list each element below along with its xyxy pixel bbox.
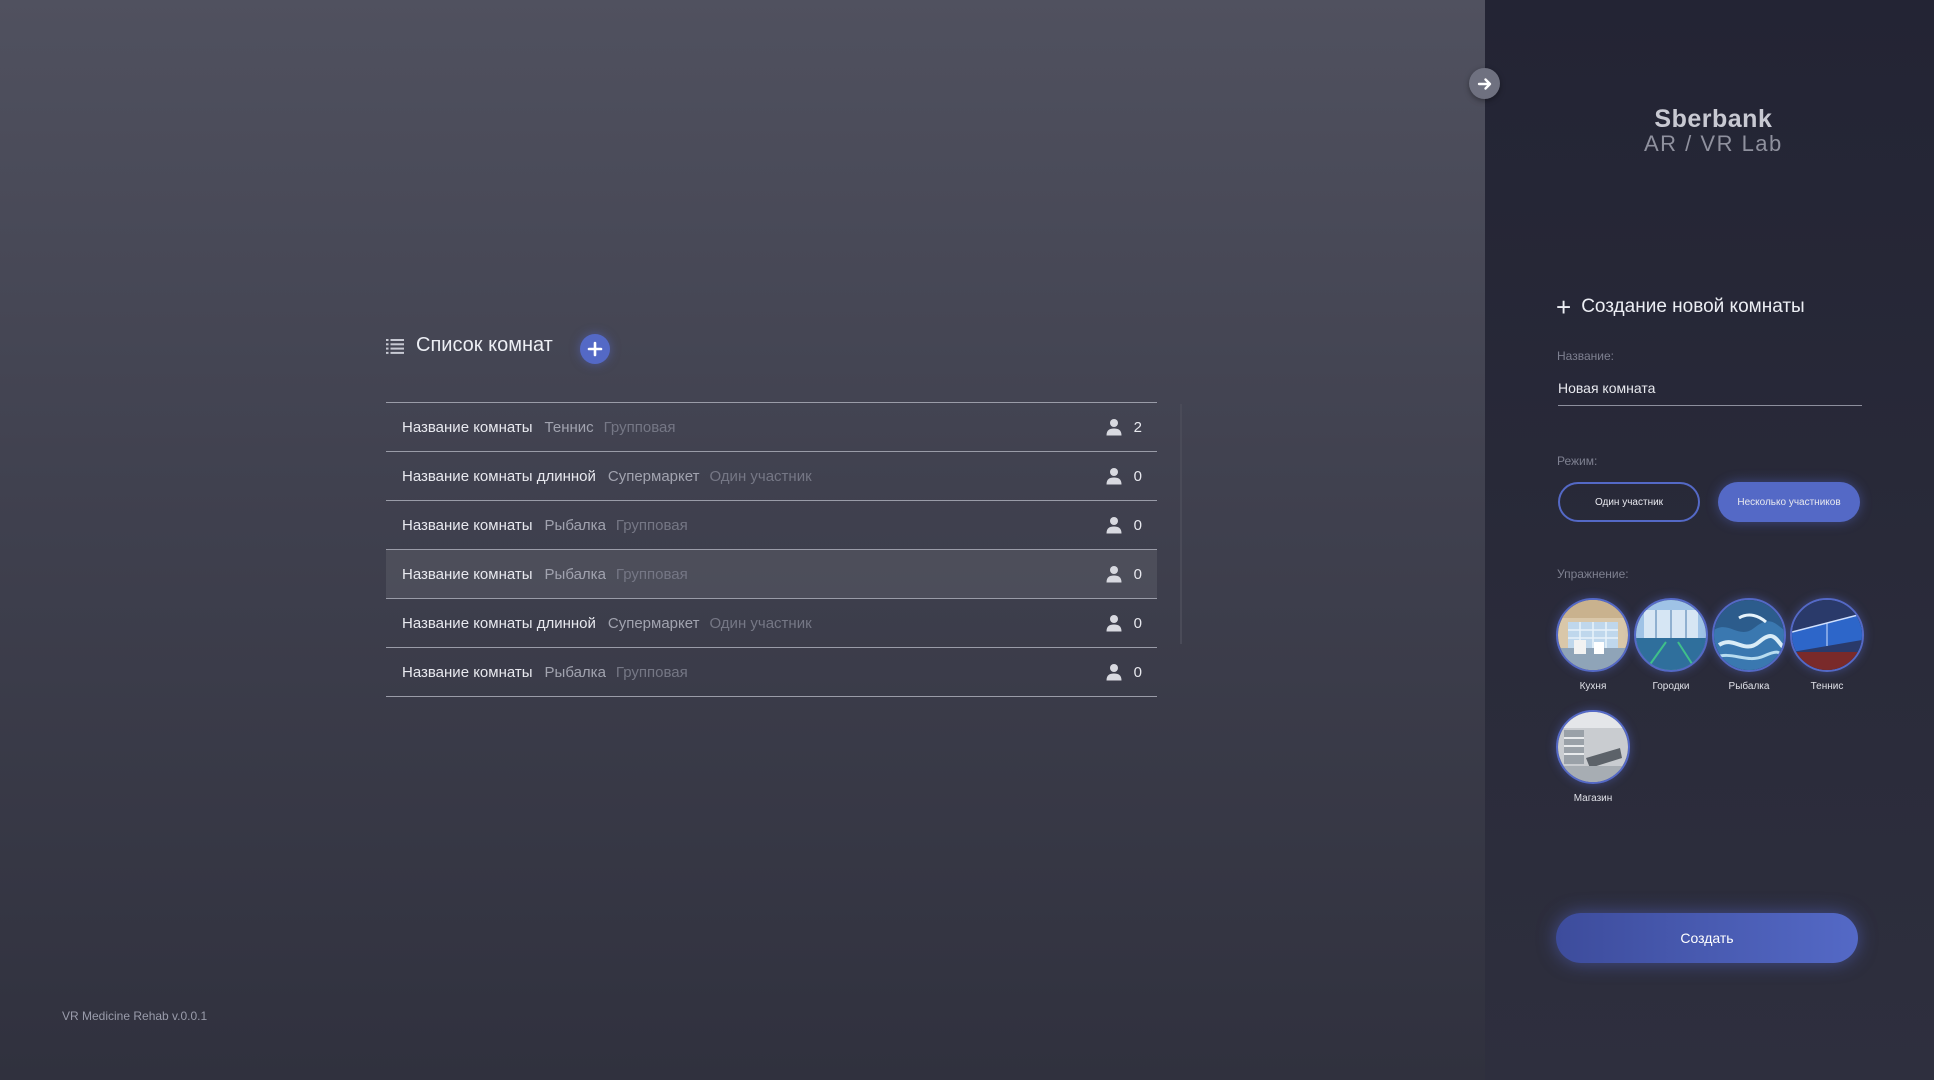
logo-line-1: Sberbank bbox=[1654, 105, 1773, 133]
participants: 0 bbox=[1106, 614, 1142, 632]
participant-count: 0 bbox=[1133, 467, 1142, 485]
room-row[interactable]: Название комнаты Рыбалка Групповая 0 bbox=[386, 501, 1157, 550]
room-name: Название комнаты bbox=[402, 516, 533, 534]
exercise-tennis[interactable]: Теннис bbox=[1790, 598, 1864, 692]
room-type: Рыбалка bbox=[544, 516, 606, 534]
participants: 0 bbox=[1106, 565, 1142, 583]
participant-count: 0 bbox=[1133, 516, 1142, 534]
fishing-thumbnail bbox=[1712, 598, 1786, 672]
participants: 0 bbox=[1106, 663, 1142, 681]
user-icon bbox=[1106, 566, 1122, 583]
exercise-shop[interactable]: Магазин bbox=[1556, 710, 1630, 804]
version-label: VR Medicine Rehab v.0.0.1 bbox=[62, 1009, 208, 1023]
room-mode: Групповая bbox=[615, 663, 688, 681]
room-name: Название комнаты bbox=[402, 565, 533, 583]
mode-single-button[interactable]: Один участник bbox=[1558, 482, 1700, 522]
room-name-input[interactable] bbox=[1558, 370, 1862, 406]
room-row[interactable]: Название комнаты Теннис Групповая 2 bbox=[386, 403, 1157, 452]
exercise-caption: Рыбалка bbox=[1728, 681, 1770, 692]
room-list-header: Список комнат bbox=[386, 334, 553, 357]
exercise-caption: Магазин bbox=[1573, 793, 1613, 804]
create-room-title-text: Создание новой комнаты bbox=[1581, 296, 1805, 317]
name-label: Название: bbox=[1557, 349, 1614, 363]
mode-label: Режим: bbox=[1557, 454, 1598, 468]
room-name: Название комнаты длинной bbox=[402, 467, 596, 485]
room-row[interactable]: Название комнаты длинной Супермаркет Оди… bbox=[386, 599, 1157, 648]
sberbank-logo: Sberbank AR / VR Lab bbox=[1644, 106, 1783, 156]
plus-icon bbox=[587, 341, 603, 357]
participant-count: 0 bbox=[1133, 565, 1142, 583]
room-list-title: Список комнат bbox=[416, 334, 553, 356]
room-name: Название комнаты длинной bbox=[402, 614, 596, 632]
room-mode: Групповая bbox=[603, 418, 676, 436]
create-button[interactable]: Создать bbox=[1556, 913, 1858, 963]
collapse-panel-button[interactable] bbox=[1469, 68, 1500, 99]
exercise-label: Упражнение: bbox=[1557, 567, 1629, 581]
room-type: Супермаркет bbox=[607, 614, 700, 632]
participants: 0 bbox=[1106, 516, 1142, 534]
shop-thumbnail bbox=[1556, 710, 1630, 784]
gorodki-thumbnail bbox=[1634, 598, 1708, 672]
exercise-caption: Теннис bbox=[1810, 681, 1844, 692]
room-row-hovered[interactable]: Название комнаты Рыбалка Групповая 0 bbox=[386, 550, 1157, 599]
arrow-right-icon bbox=[1477, 77, 1491, 90]
room-name: Название комнаты bbox=[402, 418, 533, 436]
room-row[interactable]: Название комнаты Рыбалка Групповая 0 bbox=[386, 648, 1157, 697]
participants: 0 bbox=[1106, 467, 1142, 485]
tennis-thumbnail bbox=[1790, 598, 1864, 672]
user-icon bbox=[1106, 664, 1122, 681]
room-type: Теннис bbox=[544, 418, 594, 436]
room-list-scrollbar[interactable] bbox=[1180, 404, 1182, 644]
exercise-fishing[interactable]: Рыбалка bbox=[1712, 598, 1786, 692]
participant-count: 2 bbox=[1133, 418, 1142, 436]
room-name: Название комнаты bbox=[402, 663, 533, 681]
room-type: Супермаркет bbox=[607, 467, 700, 485]
room-mode: Групповая bbox=[615, 516, 688, 534]
list-icon bbox=[386, 338, 404, 354]
create-room-title: + Создание новой комнаты bbox=[1556, 292, 1805, 322]
room-mode: Один участник bbox=[709, 467, 812, 485]
user-icon bbox=[1106, 615, 1122, 632]
user-icon bbox=[1106, 517, 1122, 534]
participant-count: 0 bbox=[1133, 663, 1142, 681]
participant-count: 0 bbox=[1133, 614, 1142, 632]
mode-multiple-button[interactable]: Несколько участников bbox=[1718, 482, 1860, 522]
exercise-caption: Городки bbox=[1652, 681, 1690, 692]
plus-icon: + bbox=[1556, 292, 1572, 322]
exercise-kitchen[interactable]: Кухня bbox=[1556, 598, 1630, 692]
user-icon bbox=[1106, 468, 1122, 485]
room-type: Рыбалка bbox=[544, 565, 606, 583]
add-room-button[interactable] bbox=[580, 334, 610, 364]
exercise-gorodki[interactable]: Городки bbox=[1634, 598, 1708, 692]
room-row[interactable]: Название комнаты длинной Супермаркет Оди… bbox=[386, 452, 1157, 501]
exercise-caption: Кухня bbox=[1579, 681, 1607, 692]
room-mode: Групповая bbox=[615, 565, 688, 583]
logo-line-2: AR / VR Lab bbox=[1644, 131, 1783, 156]
participants: 2 bbox=[1106, 418, 1142, 436]
room-list: Название комнаты Теннис Групповая 2 Назв… bbox=[386, 402, 1157, 697]
room-mode: Один участник bbox=[709, 614, 812, 632]
room-type: Рыбалка bbox=[544, 663, 606, 681]
kitchen-thumbnail bbox=[1556, 598, 1630, 672]
user-icon bbox=[1106, 419, 1122, 436]
